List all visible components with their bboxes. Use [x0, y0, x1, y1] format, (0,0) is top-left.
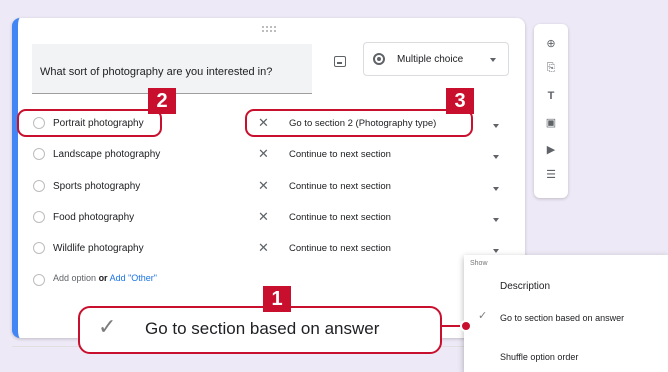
option-radio-icon[interactable]	[33, 242, 45, 254]
option-label[interactable]: Wildlife photography	[53, 243, 144, 254]
chevron-down-icon[interactable]	[493, 155, 499, 159]
option-radio-icon[interactable]	[33, 148, 45, 160]
menu-header: Show	[470, 260, 488, 267]
remove-option-icon[interactable]: ✕	[258, 147, 269, 160]
add-option-or: or	[98, 273, 108, 283]
check-icon: ✓	[478, 310, 488, 322]
badge-3: 3	[446, 88, 474, 114]
option-radio-icon[interactable]	[33, 180, 45, 192]
chevron-down-icon[interactable]	[493, 218, 499, 222]
check-icon: ✓	[98, 314, 117, 339]
option-label[interactable]: Sports photography	[53, 181, 140, 192]
add-section-icon[interactable]: ☰	[545, 169, 557, 181]
remove-option-icon[interactable]: ✕	[258, 210, 269, 223]
remove-option-icon[interactable]: ✕	[258, 241, 269, 254]
option-route[interactable]: Continue to next section	[289, 212, 391, 223]
option-route[interactable]: Continue to next section	[289, 243, 391, 254]
callout-connector	[442, 325, 462, 327]
chevron-down-icon	[490, 58, 496, 62]
question-text: What sort of photography are you interes…	[40, 66, 273, 78]
radio-selected-icon	[373, 53, 385, 65]
add-image-icon[interactable]	[334, 56, 346, 67]
option-route[interactable]: Continue to next section	[289, 181, 391, 192]
option-route[interactable]: Continue to next section	[289, 149, 391, 160]
drag-handle-icon[interactable]	[262, 26, 276, 32]
menu-item-go-to-section[interactable]: Go to section based on answer	[500, 313, 624, 323]
callout-connector-dot	[460, 320, 472, 332]
add-option-row[interactable]: Add option or Add "Other"	[53, 273, 157, 283]
option-label[interactable]: Food photography	[53, 212, 134, 223]
option-label[interactable]: Landscape photography	[53, 149, 160, 160]
chevron-down-icon[interactable]	[493, 187, 499, 191]
badge-1: 1	[263, 286, 291, 312]
callout-text: Go to section based on answer	[145, 319, 380, 338]
add-video-icon[interactable]: ▶	[545, 144, 557, 156]
chevron-down-icon[interactable]	[493, 249, 499, 253]
option-radio-icon[interactable]	[33, 211, 45, 223]
menu-item-shuffle[interactable]: Shuffle option order	[500, 352, 578, 362]
import-questions-icon[interactable]: ⎘	[545, 62, 557, 74]
option-radio-icon	[33, 274, 45, 286]
question-type-label: Multiple choice	[397, 54, 464, 65]
badge-2: 2	[148, 88, 176, 114]
highlight-box-option	[17, 109, 162, 137]
add-title-icon[interactable]: T	[545, 90, 557, 102]
add-option-link[interactable]: Add option	[53, 273, 96, 283]
chevron-down-icon[interactable]	[493, 124, 499, 128]
add-other-link[interactable]: Add "Other"	[110, 273, 157, 283]
highlight-box-route	[245, 109, 473, 137]
add-image-icon[interactable]: ▣	[545, 117, 557, 129]
remove-option-icon[interactable]: ✕	[258, 179, 269, 192]
menu-item-description[interactable]: Description	[500, 281, 550, 292]
add-question-icon[interactable]: ⊕	[545, 38, 557, 50]
